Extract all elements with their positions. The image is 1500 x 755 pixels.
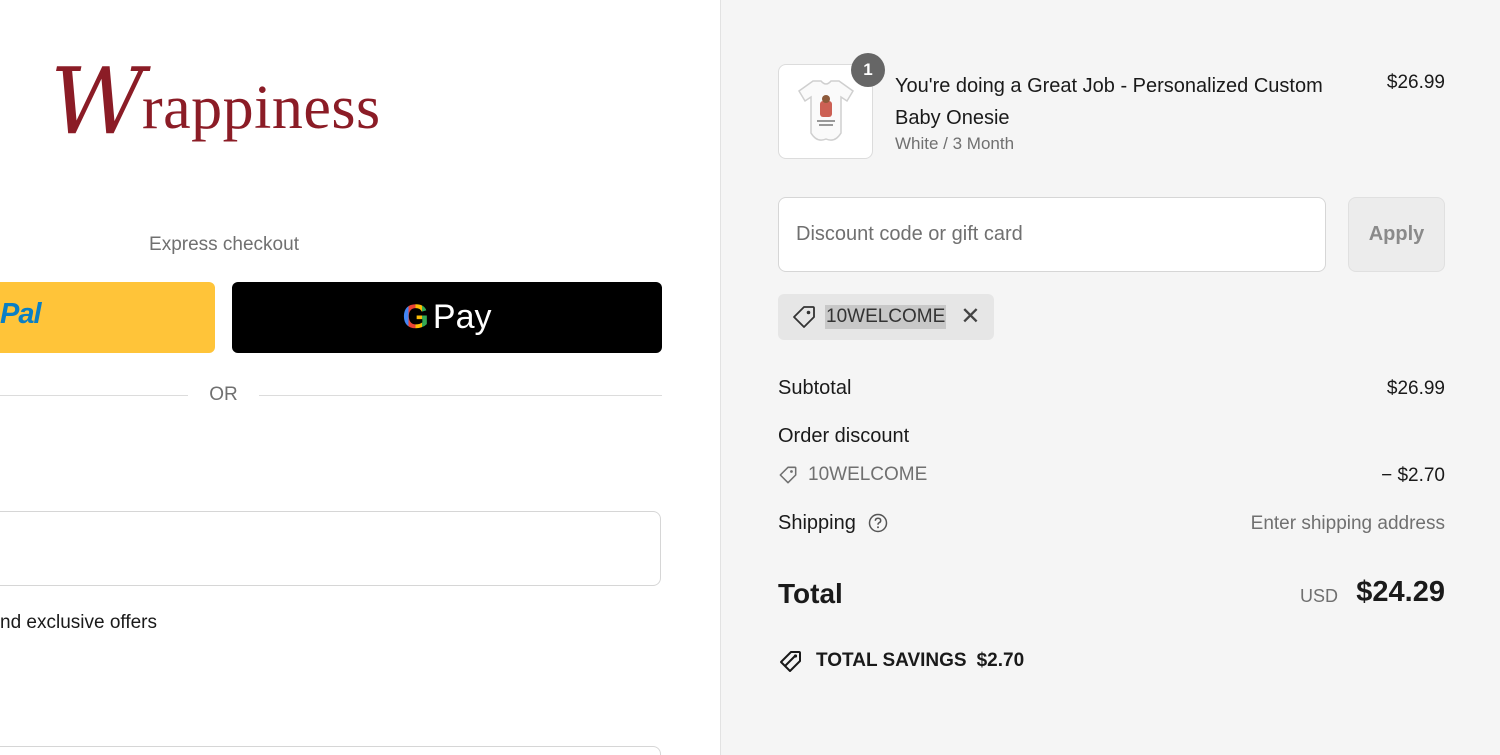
applied-discount-chip: 10WELCOME ✕ (778, 294, 994, 340)
total-savings-value: $2.70 (976, 650, 1025, 671)
total-savings-label: TOTAL SAVINGS (816, 650, 967, 671)
google-g-icon: G (402, 298, 429, 336)
logo-initial: W (50, 48, 145, 155)
email-offers-checkbox-label[interactable]: nd exclusive offers (0, 612, 157, 634)
google-pay-label: Pay (432, 298, 492, 336)
onesie-image-icon (797, 79, 854, 141)
tag-icon (779, 466, 797, 484)
order-discount-label: Order discount (778, 425, 910, 447)
paypal-button[interactable]: Pal (0, 282, 215, 353)
help-icon[interactable] (868, 513, 888, 533)
total-currency: USD (1299, 586, 1338, 606)
divider-left (0, 395, 188, 396)
total-value: $24.29 (1356, 576, 1445, 608)
shipping-value: Enter shipping address (1250, 513, 1445, 534)
order-discount-value: − $2.70 (1381, 465, 1445, 486)
subtotal-label: Subtotal (778, 377, 852, 399)
savings-tag-icon (780, 651, 801, 672)
remove-discount-icon[interactable]: ✕ (960, 305, 980, 329)
order-discount-code-row: 10WELCOME (778, 464, 927, 486)
brand-logo[interactable]: W rappiness (50, 52, 410, 152)
total-label: Total (778, 578, 843, 609)
total-savings-row: TOTAL SAVINGS $2.70 (778, 648, 1024, 674)
tag-icon (793, 306, 815, 328)
product-price: $26.99 (1386, 72, 1445, 93)
applied-discount-code: 10WELCOME (825, 305, 947, 329)
checkout-main-panel: W rappiness Express checkout Pal G Pay O… (0, 0, 719, 755)
google-pay-button[interactable]: G Pay (232, 282, 662, 353)
product-title: You're doing a Great Job - Personalized … (895, 75, 1323, 129)
product-variant: White / 3 Month (895, 134, 1015, 153)
email-field[interactable] (0, 511, 661, 586)
order-discount-code: 10WELCOME (808, 464, 928, 485)
next-form-field[interactable] (0, 746, 661, 755)
shipping-label: Shipping (778, 512, 856, 534)
paypal-logo-text: Pal (0, 298, 42, 330)
or-divider-label: OR (209, 384, 238, 405)
apply-discount-button[interactable]: Apply (1348, 197, 1445, 272)
subtotal-value: $26.99 (1386, 378, 1445, 399)
discount-code-input[interactable] (778, 197, 1326, 272)
divider-right (259, 395, 662, 396)
express-checkout-label: Express checkout (149, 234, 299, 255)
quantity-badge: 1 (851, 53, 885, 87)
logo-wordmark: rappiness (142, 74, 381, 142)
